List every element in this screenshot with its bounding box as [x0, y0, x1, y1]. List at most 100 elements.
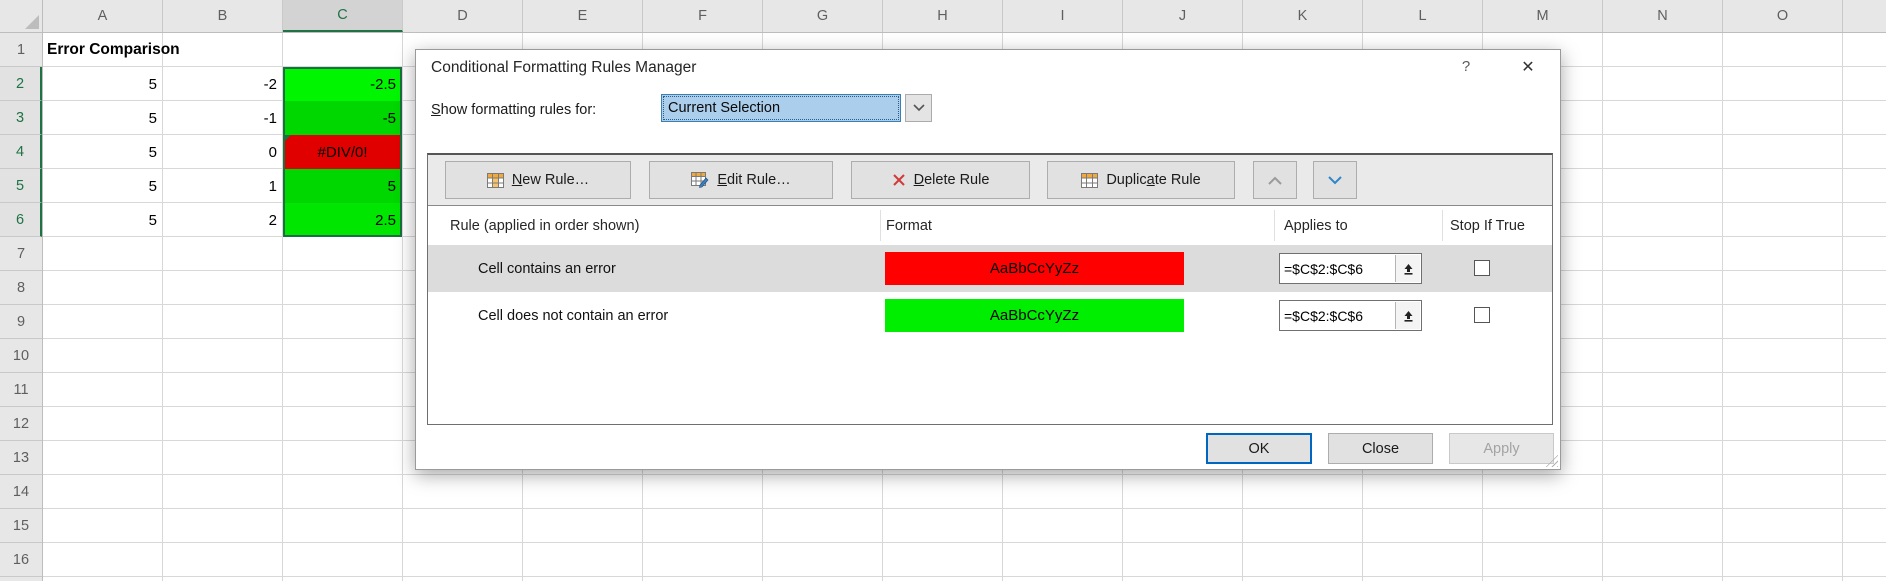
collapse-arrow-icon — [1403, 263, 1414, 275]
delete-x-icon — [892, 173, 906, 187]
rules-list-header: Rule (applied in order shown) Format Appli… — [428, 206, 1552, 245]
column-header-d[interactable]: D — [403, 0, 523, 32]
column-header-b[interactable]: B — [163, 0, 283, 32]
cell-c2[interactable]: -2.5 — [283, 67, 402, 101]
cell-a3[interactable]: 5 — [43, 101, 163, 135]
collapse-dialog-button[interactable] — [1395, 302, 1420, 329]
cell-a5[interactable]: 5 — [43, 169, 163, 203]
new-rule-button[interactable]: New Rule… — [445, 161, 631, 199]
column-header-o[interactable]: O — [1723, 0, 1843, 32]
edit-rule-button[interactable]: Edit Rule… — [649, 161, 833, 199]
stop-if-true-checkbox[interactable] — [1474, 307, 1490, 323]
column-header-i[interactable]: I — [1003, 0, 1123, 32]
column-header-j[interactable]: J — [1123, 0, 1243, 32]
row-header-7[interactable]: 7 — [0, 237, 42, 271]
button-label: Delete Rule — [914, 172, 990, 188]
column-header-m[interactable]: M — [1483, 0, 1603, 32]
row-header-2[interactable]: 2 — [0, 67, 42, 101]
collapse-dialog-button[interactable] — [1395, 255, 1420, 282]
applies-to-value: =$C$2:$C$6 — [1284, 261, 1363, 277]
applies-to-input[interactable]: =$C$2:$C$6 — [1279, 253, 1422, 284]
show-rules-for-dropdown[interactable]: Current Selection — [661, 94, 901, 122]
cell-b6[interactable]: 2 — [163, 203, 283, 237]
button-label: Duplicate Rule — [1106, 172, 1200, 188]
applies-to-input[interactable]: =$C$2:$C$6 — [1279, 300, 1422, 331]
row-header-4[interactable]: 4 — [0, 135, 42, 169]
cell-b4[interactable]: 0 — [163, 135, 283, 169]
column-header-k[interactable]: K — [1243, 0, 1363, 32]
row-header-15[interactable]: 15 — [0, 509, 42, 543]
header-separator — [1274, 210, 1275, 241]
rules-list-panel: New Rule… Edit Rule… Delete Rule Duplicate … — [427, 153, 1553, 425]
conditional-formatting-rules-manager-dialog: Conditional Formatting Rules Manager ? ✕… — [415, 49, 1561, 470]
cell-a2[interactable]: 5 — [43, 67, 163, 101]
chevron-down-icon — [1328, 176, 1342, 185]
rule-format-preview: AaBbCcYyZz — [885, 299, 1184, 332]
cell-c5[interactable]: 5 — [283, 169, 402, 203]
row-headers: 12345678910111213141516 — [0, 33, 43, 581]
dropdown-arrow-button[interactable] — [905, 94, 932, 122]
column-header-h[interactable]: H — [883, 0, 1003, 32]
rule-format-preview: AaBbCcYyZz — [885, 252, 1184, 285]
list-header-0: Rule (applied in order shown) — [450, 206, 639, 245]
button-label: Edit Rule… — [717, 172, 790, 188]
select-all-corner[interactable] — [0, 0, 43, 33]
header-separator — [880, 210, 881, 241]
row-header-16[interactable]: 16 — [0, 543, 42, 577]
column-header-n[interactable]: N — [1603, 0, 1723, 32]
row-header-10[interactable]: 10 — [0, 339, 42, 373]
rule-name: Cell contains an error — [478, 245, 616, 292]
cell-c4[interactable]: #DIV/0! — [283, 135, 402, 169]
cell-a4[interactable]: 5 — [43, 135, 163, 169]
column-headers: ABCDEFGHIJKLMNO — [43, 0, 1886, 33]
cell-a1-title[interactable]: Error Comparison — [47, 33, 180, 67]
table-copy-icon — [1081, 173, 1098, 188]
table-icon — [487, 173, 504, 188]
duplicate-rule-button[interactable]: Duplicate Rule — [1047, 161, 1235, 199]
collapse-arrow-icon — [1403, 310, 1414, 322]
table-edit-icon — [691, 172, 709, 188]
help-icon[interactable]: ? — [1456, 58, 1476, 78]
delete-rule-button[interactable]: Delete Rule — [851, 161, 1030, 199]
move-rule-down-button[interactable] — [1313, 161, 1357, 199]
stop-if-true-checkbox[interactable] — [1474, 260, 1490, 276]
rule-row-2[interactable]: Cell does not contain an errorAaBbCcYyZz… — [428, 292, 1552, 339]
column-header-f[interactable]: F — [643, 0, 763, 32]
column-header-l[interactable]: L — [1363, 0, 1483, 32]
cell-b5[interactable]: 1 — [163, 169, 283, 203]
column-header-a[interactable]: A — [43, 0, 163, 32]
chevron-up-icon — [1268, 176, 1282, 185]
select-all-triangle-icon — [25, 15, 39, 29]
cell-c6[interactable]: 2.5 — [283, 203, 402, 237]
row-header-11[interactable]: 11 — [0, 373, 42, 407]
column-header-e[interactable]: E — [523, 0, 643, 32]
column-header-g[interactable]: G — [763, 0, 883, 32]
excel-window: ABCDEFGHIJKLMNO 12345678910111213141516 … — [0, 0, 1886, 581]
row-header-14[interactable]: 14 — [0, 475, 42, 509]
row-header-6[interactable]: 6 — [0, 203, 42, 237]
apply-button[interactable]: Apply — [1449, 433, 1554, 464]
rules-toolbar: New Rule… Edit Rule… Delete Rule Duplicate … — [428, 155, 1552, 206]
row-header-5[interactable]: 5 — [0, 169, 42, 203]
row-header-9[interactable]: 9 — [0, 305, 42, 339]
list-header-2: Applies to — [1284, 206, 1348, 245]
cell-b2[interactable]: -2 — [163, 67, 283, 101]
row-header-8[interactable]: 8 — [0, 271, 42, 305]
cell-a6[interactable]: 5 — [43, 203, 163, 237]
error-indicator-icon — [283, 135, 291, 143]
move-rule-up-button[interactable] — [1253, 161, 1297, 199]
close-button[interactable]: Close — [1328, 433, 1433, 464]
list-header-1: Format — [886, 206, 932, 245]
cell-c3[interactable]: -5 — [283, 101, 402, 135]
row-header-13[interactable]: 13 — [0, 441, 42, 475]
rule-row-1[interactable]: Cell contains an error AaBbCcYyZz =$C$2:$C… — [428, 245, 1552, 292]
row-header-12[interactable]: 12 — [0, 407, 42, 441]
row-header-3[interactable]: 3 — [0, 101, 42, 135]
column-header-c[interactable]: C — [283, 0, 403, 32]
header-separator — [1442, 210, 1443, 241]
cell-b3[interactable]: -1 — [163, 101, 283, 135]
dialog-title: Conditional Formatting Rules Manager — [431, 59, 696, 77]
ok-button[interactable]: OK — [1206, 433, 1312, 464]
close-icon[interactable]: ✕ — [1514, 54, 1542, 80]
row-header-1[interactable]: 1 — [0, 33, 42, 67]
